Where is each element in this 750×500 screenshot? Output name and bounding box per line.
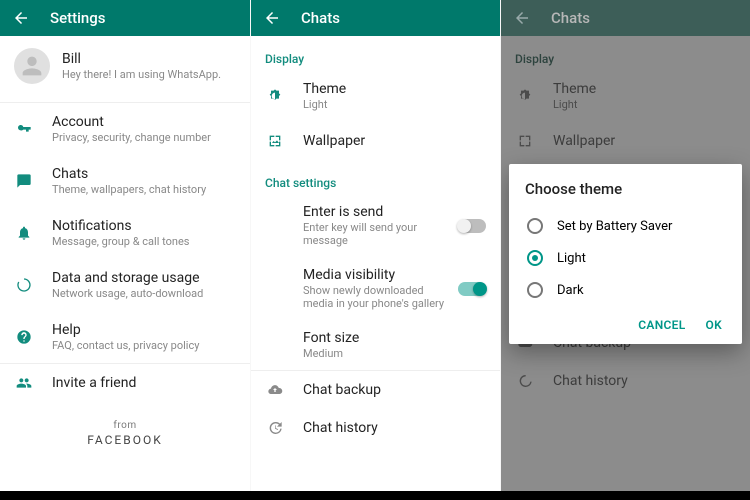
- appbar-title: Chats: [301, 9, 340, 27]
- ok-button[interactable]: OK: [706, 318, 722, 332]
- chat-icon: [14, 173, 34, 189]
- dialog-title: Choose theme: [525, 180, 726, 198]
- section-chat-settings: Chat settings: [251, 160, 500, 194]
- settings-item-account[interactable]: AccountPrivacy, security, change number: [0, 103, 250, 155]
- back-arrow-icon[interactable]: [12, 9, 30, 27]
- settings-item-invite[interactable]: Invite a friend: [0, 364, 250, 402]
- data-usage-icon: [14, 277, 34, 293]
- people-icon: [14, 375, 34, 391]
- key-icon: [14, 121, 34, 137]
- radio-icon: [527, 282, 543, 298]
- chats-item-wallpaper[interactable]: Wallpaper: [251, 122, 500, 160]
- section-display: Display: [251, 36, 500, 70]
- bell-icon: [14, 225, 34, 241]
- chats-item-media-visibility[interactable]: Media visibilityShow newly downloaded me…: [251, 257, 500, 320]
- history-icon: [265, 420, 285, 436]
- back-arrow-icon: [513, 9, 531, 27]
- profile-row[interactable]: Bill Hey there! I am using WhatsApp.: [0, 36, 250, 102]
- settings-item-data[interactable]: Data and storage usageNetwork usage, aut…: [0, 259, 250, 311]
- chats-item-backup[interactable]: Chat backup: [251, 371, 500, 409]
- appbar: Chats: [251, 0, 500, 36]
- toggle-media-visibility[interactable]: [458, 282, 486, 296]
- theme-option-dark[interactable]: Dark: [525, 274, 726, 306]
- chats-settings-pane-dialog: Chats Display ThemeLight Wallpaper Chat …: [500, 0, 750, 491]
- theme-option-light[interactable]: Light: [525, 242, 726, 274]
- avatar: [14, 48, 50, 84]
- chats-settings-pane: Chats Display ThemeLight Wallpaper Chat …: [250, 0, 500, 491]
- settings-item-help[interactable]: HelpFAQ, contact us, privacy policy: [0, 311, 250, 363]
- wallpaper-icon: [265, 133, 285, 149]
- radio-icon: [527, 218, 543, 234]
- toggle-enter-send[interactable]: [458, 219, 486, 233]
- settings-item-chats[interactable]: ChatsTheme, wallpapers, chat history: [0, 155, 250, 207]
- theme-option-battery[interactable]: Set by Battery Saver: [525, 210, 726, 242]
- cloud-upload-icon: [265, 382, 285, 398]
- help-icon: [14, 329, 34, 345]
- settings-item-notifications[interactable]: NotificationsMessage, group & call tones: [0, 207, 250, 259]
- chats-item-enter-send[interactable]: Enter is sendEnter key will send your me…: [251, 194, 500, 257]
- settings-pane: Settings Bill Hey there! I am using What…: [0, 0, 250, 491]
- appbar-title: Chats: [551, 9, 590, 27]
- chats-item-font-size[interactable]: Font sizeMedium: [251, 320, 500, 370]
- chats-item-history[interactable]: Chat history: [251, 409, 500, 447]
- chats-item-theme[interactable]: ThemeLight: [251, 70, 500, 122]
- back-arrow-icon[interactable]: [263, 9, 281, 27]
- brightness-icon: [265, 88, 285, 104]
- theme-dialog: Choose theme Set by Battery Saver Light …: [509, 164, 742, 344]
- footer-branding: from FACEBOOK: [0, 420, 250, 447]
- appbar: Settings: [0, 0, 250, 36]
- appbar-title: Settings: [50, 9, 106, 27]
- radio-selected-icon: [527, 250, 543, 266]
- cancel-button[interactable]: CANCEL: [638, 318, 685, 332]
- profile-name: Bill: [62, 51, 221, 67]
- appbar-dimmed: Chats: [501, 0, 750, 36]
- profile-status: Hey there! I am using WhatsApp.: [62, 68, 221, 81]
- nav-bar: [0, 491, 750, 500]
